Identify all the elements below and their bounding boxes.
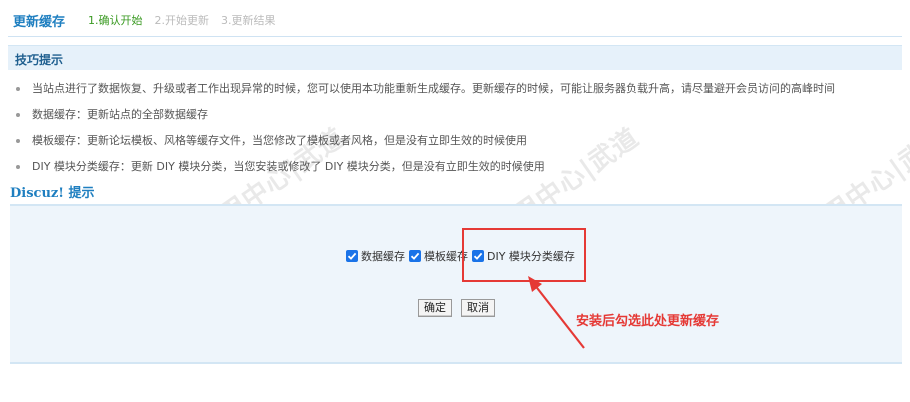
list-item: DIY 模块分类缓存：更新 DIY 模块分类，当您安装或修改了 DIY 模块分类… xyxy=(16,158,896,184)
option-template-cache[interactable]: 模板缓存 xyxy=(409,248,468,264)
list-item: 当站点进行了数据恢复、升级或者工作出现异常的时候，您可以使用本功能重新生成缓存。… xyxy=(16,80,896,106)
checkbox-data-cache[interactable] xyxy=(346,250,358,262)
bullet-icon xyxy=(16,139,20,143)
hint-title: Discuz! 提示 xyxy=(10,186,95,201)
bullet-icon xyxy=(16,165,20,169)
annotation-text: 安装后勾选此处更新缓存 xyxy=(576,314,720,329)
step-indicator: 1.确认开始 2.开始更新 3.更新结果 xyxy=(88,12,276,28)
tips-header: 技巧提示 xyxy=(8,45,902,70)
bullet-icon xyxy=(16,113,20,117)
bullet-icon xyxy=(16,87,20,91)
check-icon xyxy=(347,252,357,260)
cancel-button[interactable]: 取消 xyxy=(461,299,495,317)
checkbox-template-cache[interactable] xyxy=(409,250,421,262)
step-start: 2.开始更新 xyxy=(154,14,210,27)
form-panel: 数据缓存 模板缓存 DIY 模块分类缓存 确定 取消 xyxy=(10,204,902,364)
form-actions: 确定 取消 xyxy=(418,299,495,317)
step-confirm: 1.确认开始 xyxy=(88,14,143,27)
tips-list: 当站点进行了数据恢复、升级或者工作出现异常的时候，您可以使用本功能重新生成缓存。… xyxy=(16,80,896,184)
list-item: 模板缓存：更新论坛模板、风格等缓存文件，当您修改了模板或者风格，但是没有立即生效… xyxy=(16,132,896,158)
check-icon xyxy=(410,252,420,260)
header-divider xyxy=(8,36,902,37)
option-data-cache[interactable]: 数据缓存 xyxy=(346,248,405,264)
list-item: 数据缓存：更新站点的全部数据缓存 xyxy=(16,106,896,132)
step-result: 3.更新结果 xyxy=(221,14,276,27)
tips-title: 技巧提示 xyxy=(15,53,64,67)
page-title: 更新缓存 xyxy=(13,15,66,30)
confirm-button[interactable]: 确定 xyxy=(418,299,452,317)
